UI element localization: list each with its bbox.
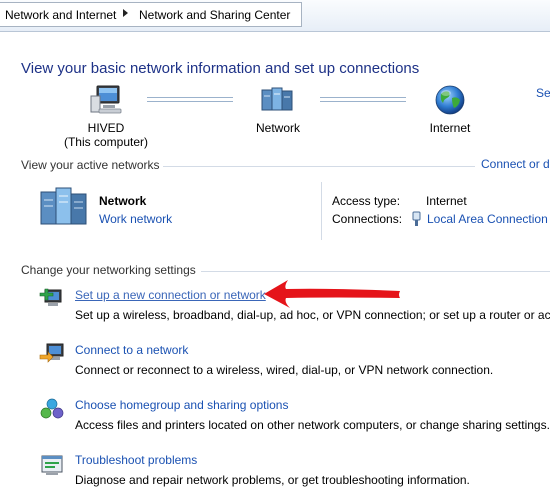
active-networks-title: View your active networks <box>21 158 160 172</box>
active-network-icon[interactable] <box>38 186 90 231</box>
new-connection-icon[interactable] <box>39 284 65 310</box>
troubleshoot-problems-description: Diagnose and repair network problems, or… <box>75 473 470 487</box>
connect-to-network-description: Connect or reconnect to a wireless, wire… <box>75 363 494 377</box>
computer-name: HIVED <box>87 121 125 135</box>
globe-icon[interactable] <box>434 84 466 119</box>
chevron-right-icon[interactable] <box>123 9 128 17</box>
homegroup-sharing-description: Access files and printers located on oth… <box>75 418 550 432</box>
page-title: View your basic network information and … <box>21 60 420 77</box>
computer-icon[interactable] <box>87 84 123 119</box>
internet-label: Internet <box>429 121 471 135</box>
annotation-arrow-icon <box>260 276 405 313</box>
map-link-line <box>320 97 406 102</box>
connect-network-icon[interactable] <box>39 340 65 366</box>
network-label: Network <box>255 121 300 135</box>
connections-label: Connections: <box>332 212 403 226</box>
breadcrumb-network-and-internet[interactable]: Network and Internet <box>5 8 116 22</box>
homegroup-icon[interactable] <box>39 396 65 422</box>
breadcrumb: Network and Internet Network and Sharing… <box>0 2 302 27</box>
section-divider <box>201 271 550 272</box>
set-up-new-connection-link[interactable]: Set up a new connection or network <box>75 288 266 302</box>
computer-label: HIVED (This computer) <box>60 121 152 149</box>
connect-or-disconnect-link[interactable]: Connect or d <box>481 157 550 171</box>
local-area-connection-link[interactable]: Local Area Connection <box>427 212 548 226</box>
section-divider <box>163 166 475 167</box>
access-type-value: Internet <box>426 194 467 208</box>
breadcrumb-network-and-sharing-center[interactable]: Network and Sharing Center <box>139 8 290 22</box>
homegroup-sharing-link[interactable]: Choose homegroup and sharing options <box>75 398 288 412</box>
see-full-map-link[interactable]: Se <box>536 86 550 100</box>
troubleshoot-problems-link[interactable]: Troubleshoot problems <box>75 453 197 467</box>
troubleshoot-icon[interactable] <box>39 452 65 478</box>
address-bar: Network and Internet Network and Sharing… <box>0 0 550 32</box>
network-type-link[interactable]: Work network <box>99 212 172 226</box>
computer-sub-label: (This computer) <box>63 135 149 149</box>
ethernet-icon[interactable] <box>411 211 422 230</box>
map-link-line <box>147 97 233 102</box>
network-icon[interactable] <box>260 86 294 117</box>
access-type-label: Access type: <box>332 194 401 208</box>
connect-to-network-link[interactable]: Connect to a network <box>75 343 188 357</box>
change-settings-title: Change your networking settings <box>21 263 196 277</box>
active-network-name: Network <box>99 194 147 208</box>
vertical-divider <box>321 182 322 240</box>
